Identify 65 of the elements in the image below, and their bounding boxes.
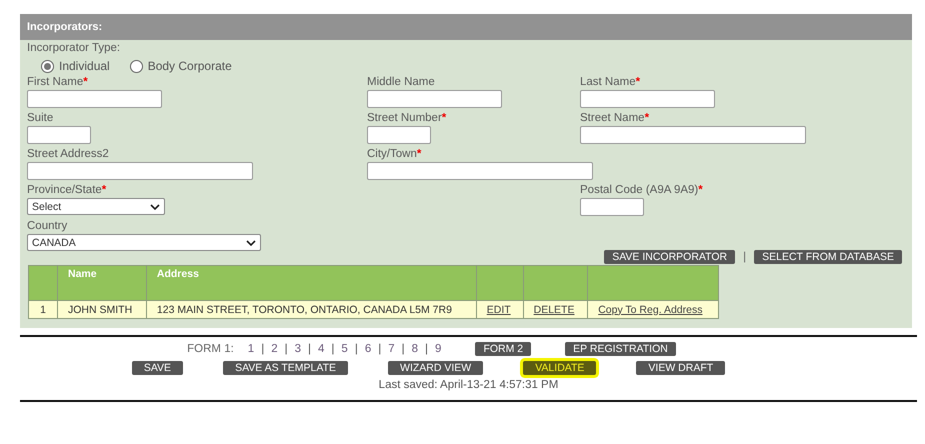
page-link[interactable]: 2 xyxy=(271,343,278,355)
radio-icon[interactable] xyxy=(130,60,143,72)
page-link[interactable]: 8 xyxy=(412,343,418,355)
input-field[interactable] xyxy=(580,126,806,144)
table-header-cell: Address xyxy=(146,266,476,300)
action-button[interactable]: SAVE AS TEMPLATE xyxy=(223,361,348,375)
table-cell: 1 xyxy=(28,300,58,318)
field-label: Incorporator Type: xyxy=(27,42,122,56)
radio-option[interactable]: Body Corporate xyxy=(130,59,232,73)
input-field[interactable] xyxy=(580,198,644,216)
input-field[interactable] xyxy=(27,126,91,144)
radio-option[interactable]: Individual xyxy=(41,59,110,73)
field-label: Suite xyxy=(27,112,54,126)
field-label: Province/State* xyxy=(27,184,108,198)
action-button[interactable]: WIZARD VIEW xyxy=(388,361,484,375)
chevron-down-icon xyxy=(246,240,256,246)
form-label: FORM 1: xyxy=(187,343,234,355)
separator: | xyxy=(308,343,312,355)
save-incorporator-button[interactable]: SAVE INCORPORATOR xyxy=(604,250,736,264)
separator: | xyxy=(331,343,334,355)
input-field[interactable] xyxy=(367,162,593,180)
input-field[interactable] xyxy=(367,126,431,144)
section-title: Incorporators: xyxy=(27,21,102,33)
separator: | xyxy=(354,343,358,355)
action-button[interactable]: VALIDATE xyxy=(523,361,596,375)
form-nav-button[interactable]: FORM 2 xyxy=(475,342,532,356)
separator: | xyxy=(284,343,288,355)
field-label: Street Name* xyxy=(580,112,650,126)
chevron-down-icon xyxy=(150,204,160,210)
separator: | xyxy=(378,343,382,355)
input-field[interactable] xyxy=(580,90,715,108)
field-label: Postal Code (A9A 9A9)* xyxy=(580,184,704,198)
input-field[interactable] xyxy=(27,90,162,108)
separator: | xyxy=(261,343,264,355)
field-label: City/Town* xyxy=(367,148,422,162)
dropdown[interactable]: Select xyxy=(27,198,165,215)
field-label: First Name* xyxy=(27,76,89,90)
field-label: Middle Name xyxy=(367,76,436,90)
table-header-cell xyxy=(28,266,58,300)
action-button[interactable]: VIEW DRAFT xyxy=(636,361,726,375)
input-field[interactable] xyxy=(367,90,502,108)
page-link[interactable]: 7 xyxy=(388,343,395,355)
field-label: Last Name* xyxy=(580,76,642,90)
page-link[interactable]: 3 xyxy=(294,343,302,355)
separator: | xyxy=(402,343,405,355)
select-from-database-button[interactable]: SELECT FROM DATABASE xyxy=(754,250,902,264)
page-link[interactable]: 1 xyxy=(248,343,254,355)
radio-icon[interactable] xyxy=(41,60,54,72)
table-cell: 123 MAIN STREET, TORONTO, ONTARIO, CANADA L5M 7R9 xyxy=(146,300,476,318)
separator: | xyxy=(425,343,428,355)
field-label: Street Number* xyxy=(367,112,448,126)
table-header-cell: Name xyxy=(58,266,146,300)
input-field[interactable] xyxy=(27,162,253,180)
form-nav-button[interactable]: EP REGISTRATION xyxy=(565,342,676,356)
action-button[interactable]: SAVE xyxy=(132,361,184,375)
last-saved-text: Last saved: April-13-21 4:57:31 PM xyxy=(378,378,558,392)
page-link[interactable]: 9 xyxy=(435,343,442,355)
dropdown[interactable]: CANADA xyxy=(27,234,261,251)
field-label: Street Address2 xyxy=(27,148,110,162)
table-cell: JOHN SMITH xyxy=(58,300,146,318)
page-link[interactable]: 6 xyxy=(364,343,372,355)
field-label: Country xyxy=(27,220,68,234)
page-link[interactable]: 4 xyxy=(318,343,324,355)
page-link[interactable]: 5 xyxy=(341,343,348,355)
separator: | xyxy=(743,251,746,263)
